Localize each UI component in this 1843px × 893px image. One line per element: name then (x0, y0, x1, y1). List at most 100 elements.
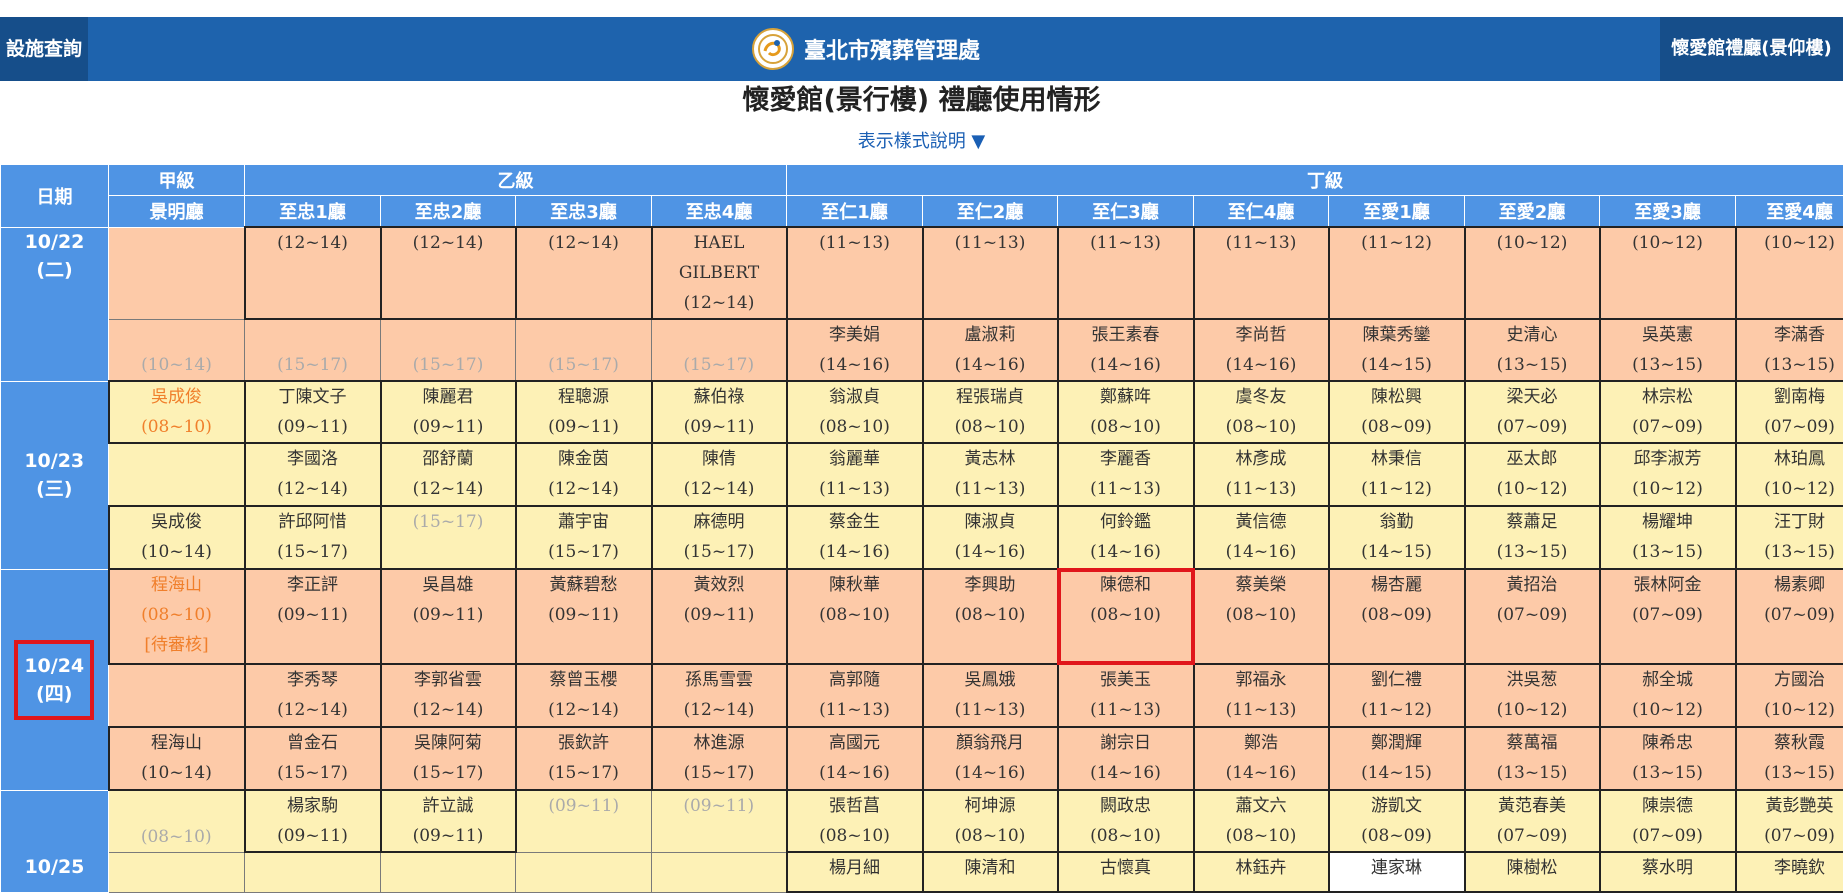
booking-cell[interactable]: 蔡美榮(08~10) (1194, 569, 1329, 664)
booking-cell[interactable]: 曾金石(15~17) (245, 727, 381, 790)
booking-cell[interactable]: 程聰源(09~11) (516, 381, 652, 443)
booking-cell[interactable]: 陳崇德(07~09) (1600, 790, 1736, 852)
booking-cell[interactable]: 程張瑞貞(08~10) (923, 381, 1058, 443)
booking-cell[interactable]: 翁淑貞(08~10) (787, 381, 923, 443)
booking-cell[interactable]: 郝全城(10~12) (1600, 664, 1736, 727)
booking-cell[interactable]: 蔡秋霞(13~15) (1736, 727, 1843, 790)
booking-cell[interactable]: 李正評(09~11) (245, 569, 381, 664)
booking-cell[interactable]: 張王素春(14~16) (1058, 319, 1194, 381)
booking-cell[interactable]: 程海山(08~10)[待審核] (109, 569, 245, 664)
booking-cell[interactable]: 陳樹松 (1465, 852, 1600, 892)
booking-cell[interactable]: 邱李淑芳(10~12) (1600, 443, 1736, 506)
booking-cell[interactable]: 闕政忠(08~10) (1058, 790, 1194, 852)
booking-cell[interactable]: 李麗香(11~13) (1058, 443, 1194, 506)
booking-cell[interactable]: (12~14) (381, 227, 516, 319)
booking-cell[interactable]: 張哲菖(08~10) (787, 790, 923, 852)
booking-cell[interactable]: 吳鳳娥(11~13) (923, 664, 1058, 727)
booking-cell[interactable]: 何鈴鑑(14~16) (1058, 506, 1194, 569)
booking-cell[interactable]: 林進源(15~17) (652, 727, 787, 790)
booking-cell[interactable]: 蔡萬福(13~15) (1465, 727, 1600, 790)
booking-cell[interactable]: 洪吳葱(10~12) (1465, 664, 1600, 727)
booking-cell[interactable]: (15~17) (381, 319, 516, 381)
booking-cell[interactable]: 楊家駒(09~11) (245, 790, 381, 852)
booking-cell[interactable]: 李滿香(13~15) (1736, 319, 1843, 381)
booking-cell[interactable]: 楊素卿(07~09) (1736, 569, 1843, 664)
booking-cell[interactable]: (11~13) (1194, 227, 1329, 319)
booking-cell[interactable]: (15~17) (652, 319, 787, 381)
booking-cell[interactable]: 黃招治(07~09) (1465, 569, 1600, 664)
booking-cell[interactable]: 孫馬雪雲(12~14) (652, 664, 787, 727)
booking-cell[interactable]: 方國治(10~12) (1736, 664, 1843, 727)
booking-cell[interactable]: (12~14) (516, 227, 652, 319)
booking-cell[interactable]: 楊杏麗(08~09) (1329, 569, 1465, 664)
booking-cell[interactable]: 陳秋華(08~10) (787, 569, 923, 664)
booking-cell[interactable]: (15~17) (516, 319, 652, 381)
legend-toggle-link[interactable]: 表示樣式說明 ▼ (858, 131, 986, 152)
booking-cell[interactable]: 陳清和 (923, 852, 1058, 892)
booking-cell[interactable]: 蘇伯祿(09~11) (652, 381, 787, 443)
booking-cell[interactable]: 蔡水明 (1600, 852, 1736, 892)
booking-cell[interactable]: 許立誠(09~11) (381, 790, 516, 852)
booking-cell[interactable]: (08~10) (109, 790, 245, 852)
booking-cell[interactable]: 陳金茵(12~14) (516, 443, 652, 506)
booking-cell[interactable]: 吳昌雄(09~11) (381, 569, 516, 664)
booking-cell[interactable]: 游凱文(08~09) (1329, 790, 1465, 852)
booking-cell[interactable]: 柯坤源(08~10) (923, 790, 1058, 852)
booking-cell[interactable]: 黃彭艷英(07~09) (1736, 790, 1843, 852)
booking-cell[interactable]: 丁陳文子(09~11) (245, 381, 381, 443)
booking-cell[interactable]: 翁勤(14~15) (1329, 506, 1465, 569)
booking-cell[interactable]: 林珀鳳(10~12) (1736, 443, 1843, 506)
booking-cell[interactable]: 盧淑莉(14~16) (923, 319, 1058, 381)
booking-cell[interactable]: 鄭蘇哖(08~10) (1058, 381, 1194, 443)
booking-cell[interactable]: 李郭省雲(12~14) (381, 664, 516, 727)
booking-cell[interactable]: 李美娟(14~16) (787, 319, 923, 381)
booking-cell[interactable]: 陳松興(08~09) (1329, 381, 1465, 443)
booking-cell[interactable]: 程海山(10~14) (109, 727, 245, 790)
booking-cell[interactable]: 林宗松(07~09) (1600, 381, 1736, 443)
booking-cell[interactable]: 劉仁禮(11~12) (1329, 664, 1465, 727)
booking-cell[interactable]: 黃范春美(07~09) (1465, 790, 1600, 852)
booking-cell[interactable]: 黃信德(14~16) (1194, 506, 1329, 569)
booking-cell[interactable]: 鄭潤輝(14~15) (1329, 727, 1465, 790)
booking-cell[interactable]: HAEL GILBERT(12~14) (652, 227, 787, 319)
booking-cell[interactable]: 高國元(14~16) (787, 727, 923, 790)
hall-switch-tab[interactable]: 懷愛館禮廳(景仰樓) (1660, 17, 1843, 81)
booking-cell[interactable]: 李興助(08~10) (923, 569, 1058, 664)
booking-cell[interactable]: (10~12) (1600, 227, 1736, 319)
booking-cell[interactable]: 李秀琴(12~14) (245, 664, 381, 727)
booking-cell[interactable]: (12~14) (245, 227, 381, 319)
booking-cell[interactable]: 李尚哲(14~16) (1194, 319, 1329, 381)
booking-cell[interactable]: 劉南梅(07~09) (1736, 381, 1843, 443)
booking-cell[interactable]: (09~11) (516, 790, 652, 852)
booking-cell[interactable]: 林鈺卉 (1194, 852, 1329, 892)
booking-cell[interactable]: 許邱阿惜(15~17) (245, 506, 381, 569)
booking-cell[interactable]: 吳英憲(13~15) (1600, 319, 1736, 381)
booking-cell[interactable]: (10~14) (109, 319, 245, 381)
booking-cell[interactable]: 張林阿金(07~09) (1600, 569, 1736, 664)
booking-cell[interactable]: 蕭文六(08~10) (1194, 790, 1329, 852)
booking-cell[interactable]: 李曉欽 (1736, 852, 1843, 892)
booking-cell[interactable]: (10~12) (1465, 227, 1600, 319)
booking-cell[interactable]: 吳成俊(08~10) (109, 381, 245, 443)
booking-cell[interactable]: (09~11) (652, 790, 787, 852)
booking-cell[interactable]: 陳倩(12~14) (652, 443, 787, 506)
booking-cell[interactable]: 古懷真 (1058, 852, 1194, 892)
booking-cell[interactable]: 陳德和(08~10) (1058, 569, 1194, 664)
booking-cell[interactable]: 麻德明(15~17) (652, 506, 787, 569)
booking-cell[interactable]: 蔡蕭足(13~15) (1465, 506, 1600, 569)
booking-cell[interactable]: 陳淑貞(14~16) (923, 506, 1058, 569)
booking-cell[interactable]: (15~17) (381, 506, 516, 569)
booking-cell[interactable]: 張美玉(11~13) (1058, 664, 1194, 727)
booking-cell[interactable]: (11~13) (923, 227, 1058, 319)
booking-cell[interactable]: 汪丁財(13~15) (1736, 506, 1843, 569)
booking-cell[interactable]: 黃蘇碧愁(09~11) (516, 569, 652, 664)
booking-cell[interactable]: 林彥成(11~13) (1194, 443, 1329, 506)
booking-cell[interactable]: 楊月細 (787, 852, 923, 892)
booking-cell[interactable]: 陳麗君(09~11) (381, 381, 516, 443)
booking-cell[interactable]: 楊耀坤(13~15) (1600, 506, 1736, 569)
facility-query-tab[interactable]: 設施查詢 (0, 17, 88, 81)
booking-cell[interactable]: (11~13) (787, 227, 923, 319)
booking-cell[interactable]: (11~12) (1329, 227, 1465, 319)
booking-cell[interactable]: 林秉信(11~12) (1329, 443, 1465, 506)
booking-cell[interactable]: 連家琳 (1329, 852, 1465, 892)
